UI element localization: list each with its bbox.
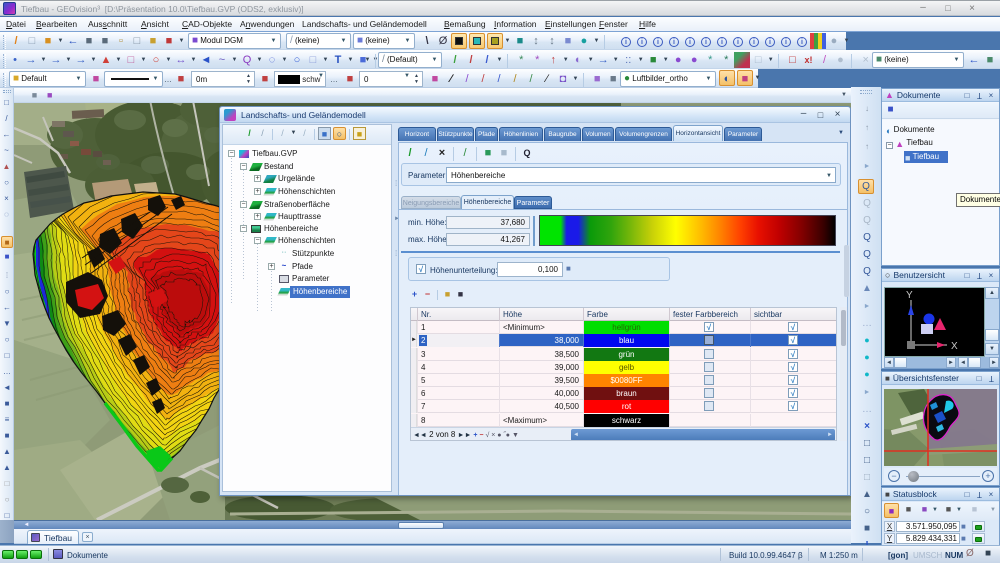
svg-text:Y: Y — [906, 290, 913, 301]
svg-text:X: X — [951, 341, 958, 352]
